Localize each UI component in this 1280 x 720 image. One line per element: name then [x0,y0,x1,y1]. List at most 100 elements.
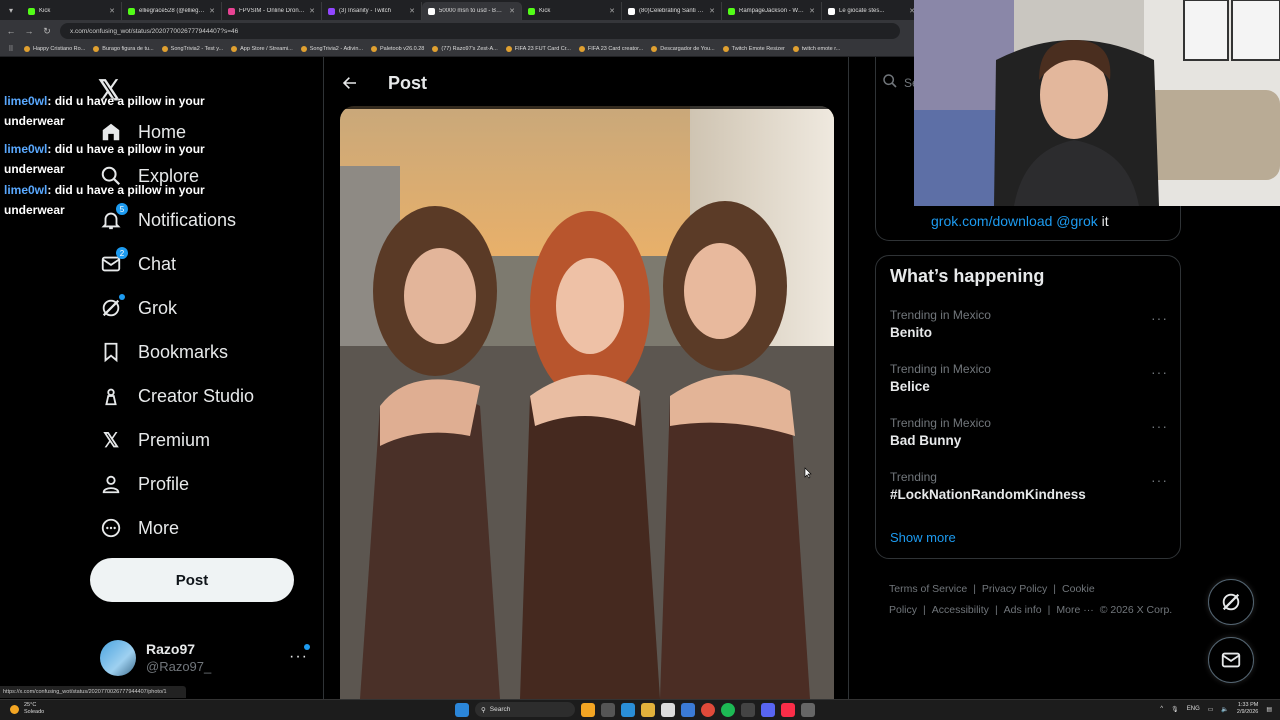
bookmark-item[interactable]: Burago figura de tu... [93,46,154,52]
more-icon[interactable]: ··· [1151,472,1168,488]
sidebar-item-premium[interactable]: 𝕏 Premium [90,420,310,460]
windows-start-icon[interactable] [455,702,469,717]
trend-item[interactable]: Trending in Mexico Benito ··· [890,308,1168,348]
bookmark-label: Burago figura de tu... [102,46,154,52]
back-nav-icon[interactable]: ← [6,26,16,36]
notification-center-icon[interactable]: ▤ [1266,706,1272,713]
tab-close-icon[interactable]: ✕ [109,7,115,15]
weather-widget[interactable]: 25°C Soleado [10,702,44,716]
bookmark-item[interactable]: FIFA 23 Card creator... [578,46,643,52]
language-indicator[interactable]: ENG [1187,706,1200,712]
bookmark-favicon-icon [231,46,238,52]
sidebar-item-creator-studio[interactable]: Creator Studio [90,376,310,416]
app-icon[interactable] [801,702,815,717]
music-icon[interactable] [781,702,795,717]
show-more-link[interactable]: Show more [890,530,956,545]
bookmark-item[interactable]: twitch emote r... [792,46,840,52]
browser-tab[interactable]: (3) Insanity - Twitch ✕ [322,2,422,20]
browser-tab[interactable]: (80)Celebrating Santi Ca... ✕ [622,2,722,20]
account-name: Razo97 [146,641,196,658]
messages-fab-button[interactable] [1208,637,1254,683]
obs-icon[interactable] [741,702,755,717]
tab-close-icon[interactable]: ✕ [609,7,615,15]
more-icon[interactable]: ··· [1151,364,1168,380]
back-arrow-icon[interactable] [340,73,360,93]
apps-grid-icon[interactable]: ⠿ [6,45,16,53]
tab-close-icon[interactable]: ✕ [309,7,315,15]
tab-close-icon[interactable]: ✕ [409,7,415,15]
trend-item[interactable]: Trending in Mexico Bad Bunny ··· [890,416,1168,456]
trend-item[interactable]: Trending in Mexico Belice ··· [890,362,1168,402]
browser-tab[interactable]: elliegrace528 (@elliegrace... ✕ [122,2,222,20]
grok-fab-button[interactable] [1208,579,1254,625]
search-icon[interactable] [882,73,898,94]
tab-label: RampageJackson - Watc... [739,8,806,14]
browser-tab[interactable]: 50000 msn to usd - Busc... ✕ [422,2,522,20]
spotify-icon[interactable] [721,702,735,717]
trend-item[interactable]: Trending #LockNationRandomKindness ··· [890,470,1168,510]
grok-download-link[interactable]: grok.com/download @grok [931,213,1098,229]
footer-link[interactable]: Privacy Policy [982,583,1047,595]
footer-link[interactable]: Terms of Service [889,583,967,595]
sidebar-item-bookmarks[interactable]: Bookmarks [90,332,310,372]
more-icon[interactable]: ··· [1151,310,1168,326]
tab-close-icon[interactable]: ✕ [809,7,815,15]
post-button[interactable]: Post [90,558,294,602]
browser-tab[interactable]: FPVSIM - Online Drone S... ✕ [222,2,322,20]
bookmark-item[interactable]: Paletoob v26.0.28 [371,46,424,52]
tab-close-icon[interactable]: ✕ [509,7,515,15]
trend-name: Bad Bunny [890,433,962,448]
discord-icon[interactable] [761,702,775,717]
footer-link[interactable]: Ads info [1004,604,1042,616]
taskbar-clock[interactable]: 1:33 PM 2/9/2026 [1237,702,1258,716]
volume-icon[interactable]: 🔈 [1221,706,1228,713]
browser-tab[interactable]: Kick ✕ [22,2,122,20]
store-icon[interactable] [661,702,675,717]
sidebar-item-profile[interactable]: Profile [90,464,310,504]
forward-nav-icon[interactable]: → [24,26,34,36]
network-icon[interactable]: ▭ [1208,706,1214,713]
bookmark-item[interactable]: SongTrivia2 - Test y... [161,46,223,52]
bookmark-item[interactable]: Twitch Emote Resizer [722,46,785,52]
account-more-icon[interactable]: ··· [289,648,308,666]
x-icon: 𝕏 [102,429,120,452]
tab-search-icon[interactable]: ▾ [0,0,22,20]
post-photo[interactable] [340,106,834,699]
bookmark-item[interactable]: FIFA 23 FUT Card Cr... [505,46,571,52]
sidebar-item-more[interactable]: More [90,508,310,548]
browser-tab[interactable]: Kick ✕ [522,2,622,20]
browser-tab[interactable]: Le giocate stes... ✕ [822,2,922,20]
bookmark-item[interactable]: Happy Cristiano Ro... [24,46,85,52]
account-switcher[interactable]: Razo97 @Razo97_ ··· [100,638,310,678]
chevron-up-icon[interactable]: ^ [1160,706,1163,712]
chrome-icon[interactable] [701,702,715,717]
address-bar[interactable]: x.com/confusing_wot/status/2020770026777… [60,23,900,39]
edge-icon[interactable] [621,702,635,717]
footer-links: Terms of Service | Privacy Policy | Cookie P… [889,579,1179,621]
mic-icon[interactable]: 🎙 [1171,706,1179,713]
file-explorer-icon[interactable] [641,702,655,717]
footer-link[interactable]: © 2026 X Corp. [1100,604,1173,616]
mail-app-icon[interactable] [681,702,695,717]
more-icon[interactable]: ··· [1151,418,1168,434]
footer-separator: | [1047,604,1051,616]
tab-close-icon[interactable]: ✕ [209,7,215,15]
footer-link[interactable]: More ··· [1056,604,1093,616]
task-view-icon[interactable] [601,702,615,717]
bookmark-item[interactable]: App Store / Streami... [231,46,293,52]
browser-tab[interactable]: RampageJackson - Watc... ✕ [722,2,822,20]
tab-favicon-icon [428,7,435,15]
sidebar-item-grok[interactable]: Grok [90,288,310,328]
trend-name: #LockNationRandomKindness [890,487,1086,502]
tab-close-icon[interactable]: ✕ [709,7,715,15]
widget-icon[interactable] [581,702,595,717]
footer-separator: | [923,604,926,616]
bookmark-item[interactable]: (77) Razo97's Zest-A... [432,46,498,52]
sidebar-item-chat[interactable]: 2 Chat [90,244,310,284]
bookmark-item[interactable]: SongTrivia2 - Adivin... [300,46,363,52]
reload-icon[interactable]: ↻ [42,26,52,37]
trend-context: Trending in Mexico [890,416,991,430]
bookmark-item[interactable]: Descargador de You... [651,46,715,52]
footer-link[interactable]: Accessibility [932,604,989,616]
taskbar-search[interactable]: ⚲ Search [475,702,575,717]
